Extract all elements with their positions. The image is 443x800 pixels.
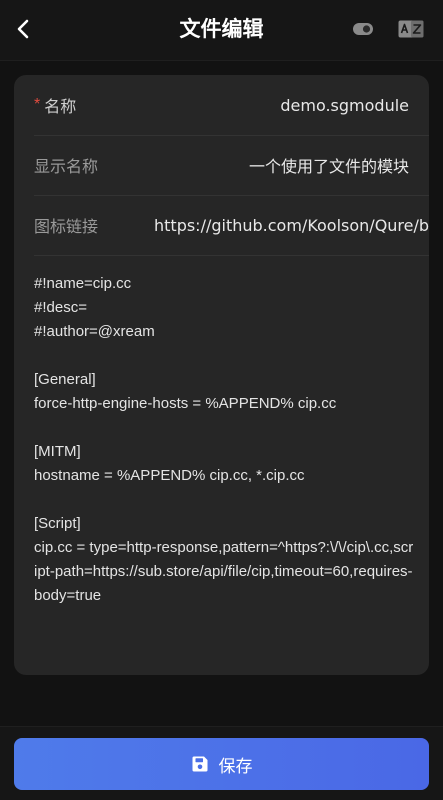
translate-icon (398, 20, 424, 38)
content-editor[interactable]: #!name=cip.cc #!desc= #!author=@xream [G… (34, 272, 414, 608)
save-icon (192, 756, 207, 772)
page-title: 文件编辑 (179, 17, 264, 41)
save-label: 保存 (218, 756, 253, 777)
required-mark: * (34, 96, 41, 113)
bottom-bar: 保存 (0, 726, 443, 800)
icon-link-input[interactable]: https://github.com/Koolson/Qure/b (154, 216, 429, 235)
toggle-button[interactable] (351, 18, 375, 40)
toggle-icon (353, 23, 373, 35)
icon-link-field[interactable]: 图标链接 https://github.com/Koolson/Qure/b (34, 195, 429, 256)
form-card: * 名称 demo.sgmodule 显示名称 一个使用了文件的模块 图标链接 … (14, 75, 429, 675)
display-name-input[interactable]: 一个使用了文件的模块 (249, 153, 409, 177)
save-button[interactable]: 保存 (14, 738, 429, 790)
translate-button[interactable] (397, 18, 425, 40)
name-label: 名称 (44, 97, 77, 116)
name-input[interactable]: demo.sgmodule (280, 96, 409, 115)
name-field[interactable]: * 名称 demo.sgmodule (34, 75, 429, 136)
display-name-label: 显示名称 (34, 157, 99, 176)
top-bar: 文件编辑 (0, 0, 443, 61)
file-edit-screen: 文件编辑 * 名称 demo.sgmodule 显示名称 一个使用了文件的模块 (0, 0, 443, 800)
icon-link-label: 图标链接 (34, 217, 99, 236)
display-name-field[interactable]: 显示名称 一个使用了文件的模块 (34, 135, 429, 196)
